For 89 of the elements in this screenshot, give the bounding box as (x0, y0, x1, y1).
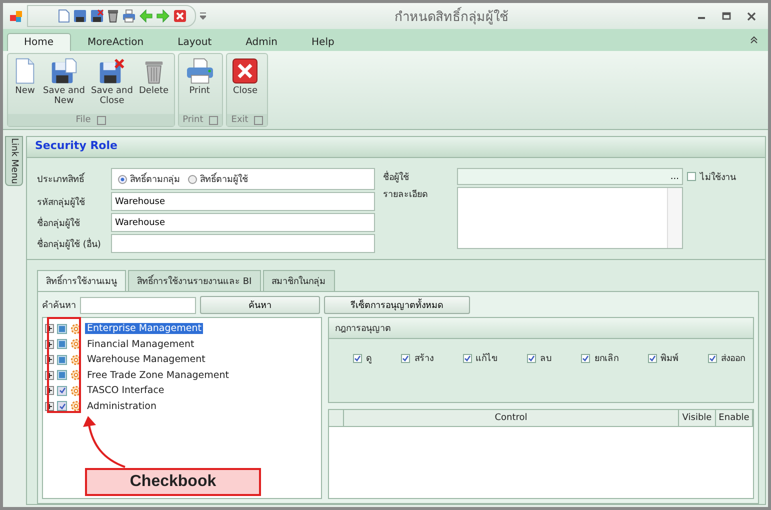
checkbox[interactable] (687, 172, 696, 181)
side-tab[interactable]: Link Menu (5, 136, 23, 186)
collapse-icon[interactable] (750, 36, 758, 44)
checkbox-label: ดู (366, 353, 372, 365)
field-label: ชื่อกลุ่มผู้ใช้ (37, 216, 81, 230)
tree-item[interactable]: Financial Management (85, 338, 196, 350)
tree-item[interactable]: Free Trade Zone Management (85, 370, 231, 381)
checkbox[interactable] (462, 354, 472, 362)
ribbon-button[interactable]: Close (230, 56, 260, 112)
radio-option[interactable]: สิทธิ์ตามกลุ่ม (118, 172, 180, 186)
ribbon-button[interactable]: Save and Close (89, 56, 135, 112)
dropdown-icon[interactable] (200, 12, 206, 20)
gear-icon (70, 322, 82, 335)
ribbon-tab[interactable]: Admin (228, 33, 295, 51)
checkbox-label: แก้ไข (476, 352, 498, 365)
radio-option[interactable]: สิทธิ์ตามผู้ใช้ (188, 172, 248, 186)
tree-item[interactable]: Administration (85, 400, 159, 412)
checkbox[interactable] (401, 354, 410, 362)
ribbon-button[interactable]: New (11, 56, 39, 112)
checkbox[interactable] (57, 386, 67, 396)
checkbox[interactable] (581, 354, 590, 362)
checkbox-label: ลบ (540, 353, 552, 365)
user-field[interactable]: ... (457, 168, 683, 185)
checkbox[interactable] (353, 354, 362, 362)
annotation-label: Checkbook (85, 468, 261, 496)
checkbox-label: พิมพ์ (660, 352, 679, 365)
checkbox-label: ส่งออก (720, 353, 745, 365)
reset-button[interactable]: รีเซ็ตการอนุญาตทั้งหมด (324, 296, 470, 314)
scrollbar[interactable] (667, 188, 682, 248)
window-title: กำหนดสิทธิ์กลุ่มผู้ใช้ (210, 6, 693, 26)
gear-icon (70, 369, 82, 382)
column-header[interactable]: Enable (716, 410, 753, 426)
maximize-icon[interactable] (722, 12, 731, 20)
ribbon-button[interactable]: Save and New (41, 56, 87, 112)
column-header[interactable]: Visible (679, 410, 716, 426)
field-label: ประเภทสิทธิ์ (37, 172, 111, 186)
gear-icon (70, 384, 82, 397)
ribbon-tab[interactable]: MoreAction (70, 33, 161, 51)
field-label: ชื่อกลุ่มผู้ใช้ (อื่น) (37, 236, 102, 250)
tree-item[interactable]: Warehouse Management (85, 354, 208, 366)
arrow-left-icon[interactable] (139, 9, 153, 23)
browse-button[interactable]: ... (670, 172, 679, 182)
field-label: ชื่อผู้ใช้ (383, 170, 410, 184)
ribbon-tab[interactable]: Help (294, 33, 352, 51)
close-icon[interactable] (747, 12, 756, 20)
app-icon[interactable] (9, 9, 23, 23)
floppy-disk-icon (49, 58, 79, 84)
group-label: Print (182, 115, 204, 125)
tree-item[interactable]: Enterprise Management (85, 323, 204, 334)
gear-icon (70, 338, 82, 350)
checkbox[interactable] (526, 354, 536, 362)
document-icon (13, 58, 37, 84)
field-label: รายละเอียด (383, 188, 429, 201)
search-field[interactable] (80, 296, 196, 314)
checkbox[interactable] (648, 354, 657, 362)
search-label: คำค้นหา (42, 300, 76, 312)
checkbox[interactable] (708, 354, 717, 362)
gear-icon (70, 400, 82, 412)
panel-title: Security Role (35, 139, 118, 152)
ribbon-tab[interactable]: Layout (160, 33, 229, 51)
tab[interactable]: สิทธิ์การใช้งานเมนู (37, 270, 126, 291)
close-icon[interactable] (173, 9, 187, 23)
radio-icon[interactable] (118, 174, 127, 184)
group-title: กฎการอนุญาต (335, 324, 391, 334)
group-label: File (76, 115, 91, 125)
gear-icon (70, 354, 82, 366)
ribbon-button[interactable]: Delete (137, 56, 171, 112)
checkbox-label: สร้าง (414, 352, 434, 365)
group-label: Exit (231, 115, 248, 125)
printer-icon[interactable] (122, 9, 136, 23)
trash-can-icon[interactable] (107, 9, 119, 23)
floppy-disk-icon (97, 58, 127, 84)
column-header[interactable]: Control (344, 410, 679, 426)
checkbox-label: ไม่ใช้งาน (700, 170, 736, 184)
input-field[interactable] (111, 234, 375, 253)
ribbon-tab[interactable]: Home (7, 33, 71, 51)
radio-icon[interactable] (188, 174, 197, 184)
field-label: รหัสกลุ่มผู้ใช้ (37, 196, 86, 208)
search-button[interactable]: ค้นหา (200, 296, 320, 314)
input-field[interactable]: Warehouse (111, 213, 375, 232)
checkbox-label: ยกเลิก (594, 352, 618, 365)
tab[interactable]: สมาชิกในกลุ่ม (262, 270, 335, 291)
ribbon-button[interactable]: Print (182, 56, 218, 112)
arrow-right-icon[interactable] (156, 9, 170, 23)
checkbox[interactable] (57, 401, 67, 412)
input-field[interactable]: Warehouse (111, 192, 375, 211)
tab[interactable]: สิทธิ์การใช้งานรายงานและ BI (128, 270, 261, 291)
close-icon (232, 58, 258, 84)
tree-item[interactable]: TASCO Interface (85, 385, 166, 396)
